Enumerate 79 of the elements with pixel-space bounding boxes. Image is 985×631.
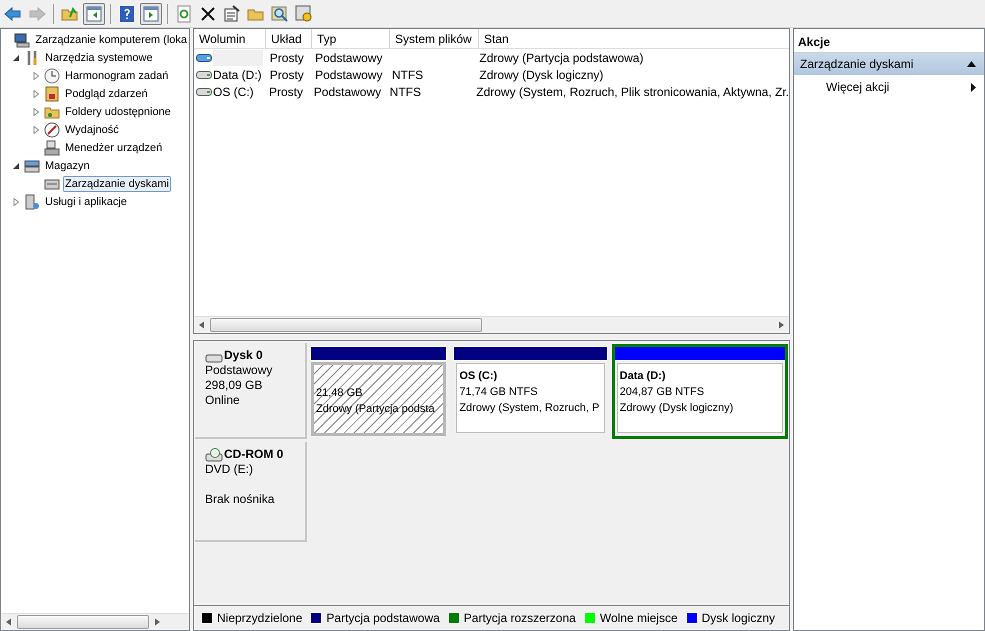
drive-icon xyxy=(196,70,212,80)
disk-type: DVD (E:) xyxy=(205,462,254,477)
table-cell: Zdrowy (Partycja podstawowa) xyxy=(479,50,644,64)
partition-size: 21,48 GB xyxy=(316,386,364,401)
disk-info-panel[interactable]: CD-ROM 0 DVD (E:) Brak nośnika xyxy=(195,442,307,542)
table-cell: Zdrowy (System, Rozruch, Plik stronicowania, Aktywna, Zr. xyxy=(476,84,789,98)
collapsed-arrow-icon[interactable] xyxy=(32,90,40,98)
horizontal-scrollbar[interactable] xyxy=(1,613,189,630)
partition-block[interactable]: Data (D:) 204,87 GB NTFS Zdrowy (Dysk logiczny) xyxy=(612,344,788,439)
expanded-arrow-icon[interactable] xyxy=(12,54,20,62)
event-icon xyxy=(44,86,60,102)
clock-icon xyxy=(44,68,60,84)
drive-icon xyxy=(196,52,212,62)
partition-status: Zdrowy (Partycja podsta xyxy=(316,402,436,417)
table-cell: Podstawowy xyxy=(315,68,382,82)
blank-cell xyxy=(213,50,263,66)
disk-name: CD-ROM 0 xyxy=(224,447,284,462)
column-header[interactable]: Układ xyxy=(266,29,312,48)
partition-status: Zdrowy (Dysk logiczny) xyxy=(620,401,734,416)
table-cell: Podstawowy xyxy=(314,84,382,98)
partition-name: Data (D:) xyxy=(620,369,666,384)
section-title: Zarządzanie dyskami xyxy=(800,57,914,71)
drive-icon xyxy=(196,86,212,96)
computer-icon xyxy=(14,32,30,48)
table-cell: Zdrowy (Dysk logiczny) xyxy=(479,68,604,82)
tree-item[interactable]: Magazyn xyxy=(43,158,92,174)
collapse-arrow-icon[interactable] xyxy=(967,61,976,67)
tree-item[interactable]: Zarządzanie komputerem (loka xyxy=(33,32,189,48)
column-header[interactable]: Stan xyxy=(479,29,789,48)
legend-label: Partycja rozszerzona xyxy=(464,611,576,625)
tree-item[interactable]: Narzędzia systemowe xyxy=(43,50,155,66)
partition-status: Zdrowy (System, Rozruch, P xyxy=(459,401,600,416)
partition-size: 71,74 GB NTFS xyxy=(459,385,539,400)
collapsed-arrow-icon[interactable] xyxy=(32,126,40,134)
submenu-arrow-icon xyxy=(971,82,976,92)
collapsed-arrow-icon[interactable] xyxy=(32,108,40,116)
table-cell: NTFS xyxy=(392,68,424,82)
column-header[interactable]: Wolumin xyxy=(194,29,266,48)
partition-name: OS (C:) xyxy=(459,369,498,384)
legend-label: Wolne miejsce xyxy=(600,611,678,625)
collapsed-arrow-icon[interactable] xyxy=(32,72,40,80)
table-cell: Prosty xyxy=(270,68,304,82)
tree-item[interactable]: Usługi i aplikacje xyxy=(43,194,129,210)
tree-item[interactable]: Foldery udostępnione xyxy=(63,104,173,120)
tree-item[interactable]: Zarządzanie dyskami xyxy=(63,176,171,192)
table-cell: OS (C:) xyxy=(213,84,254,98)
tree-item[interactable]: Menedżer urządzeń xyxy=(63,140,164,156)
disk-info-panel[interactable]: Dysk 0 Podstawowy 298,09 GB Online xyxy=(195,343,307,439)
gauge-icon xyxy=(44,122,60,138)
tree-item[interactable]: Podgląd zdarzeń xyxy=(63,86,150,102)
table-cell: NTFS xyxy=(390,84,422,98)
legend-label: Partycja podstawowa xyxy=(326,611,440,625)
panel-toggle-icon[interactable] xyxy=(140,2,162,24)
section-header[interactable]: Zarządzanie dyskami xyxy=(794,53,984,75)
column-header[interactable]: Typ xyxy=(312,29,390,48)
legend-label: Nieprzydzielone xyxy=(217,611,302,625)
disk-size: 298,09 GB xyxy=(205,378,264,393)
table-cell: Data (D:) xyxy=(213,68,262,82)
table-cell: Podstawowy xyxy=(315,50,382,64)
disk-type: Podstawowy xyxy=(205,363,274,378)
scroll-thumb[interactable] xyxy=(210,318,482,332)
action-link[interactable]: Więcej akcji xyxy=(826,80,890,94)
scroll-thumb[interactable] xyxy=(17,615,149,629)
panel-toggle-icon[interactable] xyxy=(83,2,105,24)
table-cell: Prosty xyxy=(268,84,303,98)
horizontal-scrollbar[interactable] xyxy=(194,316,789,333)
disk-status: Brak nośnika xyxy=(205,492,276,507)
collapsed-arrow-icon[interactable] xyxy=(12,198,20,206)
column-header[interactable]: System plików xyxy=(390,29,479,48)
table-cell: Prosty xyxy=(270,50,304,64)
partition-size: 204,87 GB NTFS xyxy=(620,385,706,400)
disk-name: Dysk 0 xyxy=(224,348,263,363)
cd-drive-icon xyxy=(205,448,223,462)
tree-item[interactable]: Wydajność xyxy=(63,122,121,138)
expanded-arrow-icon[interactable] xyxy=(12,162,20,170)
storage-icon xyxy=(24,158,40,174)
tree-item[interactable]: Harmonogram zadań xyxy=(63,68,170,84)
disk-status: Online xyxy=(205,393,241,408)
legend-label: Dysk logiczny xyxy=(702,611,775,625)
